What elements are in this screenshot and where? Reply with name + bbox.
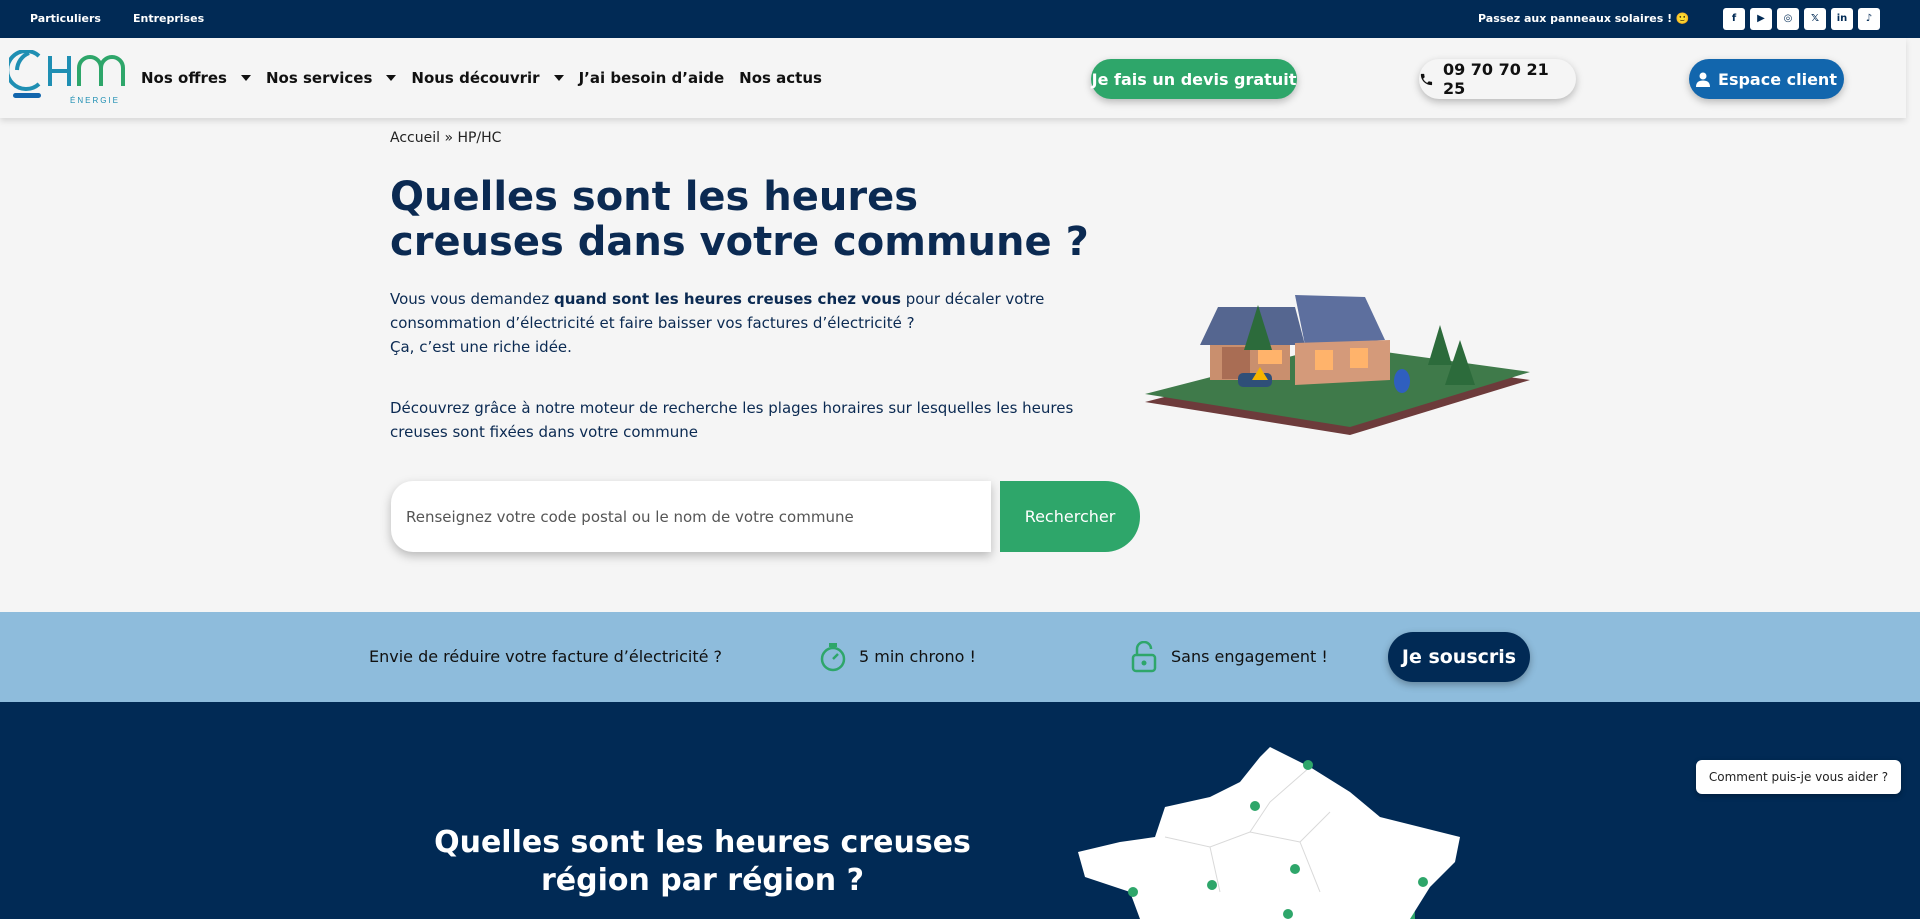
breadcrumb: Accueil » HP/HC [390,130,502,146]
tiktok-icon[interactable]: ♪ [1858,8,1880,30]
intro-text: Vous vous demandez quand sont les heures… [390,290,1045,356]
commune-search-input[interactable] [391,481,991,552]
nav-item-nos-actus[interactable]: Nos actus [739,69,822,87]
stopwatch-icon [820,643,846,672]
search-button[interactable]: Rechercher [1000,481,1140,552]
facebook-icon[interactable]: f [1723,8,1745,30]
band-text-chrono: 5 min chrono ! [859,647,976,666]
chevron-down-icon [553,75,564,81]
subscribe-band: Envie de réduire votre facture d’électri… [0,612,1920,702]
ohm-energie-logo[interactable]: ÉNERGIE [5,49,127,106]
espace-client-button[interactable]: Espace client [1689,59,1844,99]
chevron-down-icon [386,75,397,81]
je-souscris-button[interactable]: Je souscris [1388,632,1530,682]
instagram-icon[interactable]: ◎ [1777,8,1799,30]
house-illustration [1145,295,1530,435]
unlocked-padlock-icon [1131,641,1157,673]
nav-item-aide[interactable]: J’ai besoin d’aide [579,69,725,87]
devis-gratuit-button[interactable]: Je fais un devis gratuit [1091,59,1297,99]
band-text-reduce: Envie de réduire votre facture d’électri… [369,647,723,666]
regions-section: Quelles sont les heures creuses région p… [0,702,1920,919]
nav-item-nos-offres[interactable]: Nos offres [141,69,251,87]
chat-help-bubble[interactable]: Comment puis-je vous aider ? [1696,760,1901,794]
regions-title: Quelles sont les heures creuses région p… [434,825,971,898]
chevron-down-icon [240,75,251,81]
top-bar: Particuliers Entreprises Passez aux pann… [0,0,1920,38]
linkedin-icon[interactable]: in [1831,8,1853,30]
segment-entreprises-link[interactable]: Entreprises [133,12,204,25]
main-nav: Nos offres Nos services Nous découvrir J… [141,69,837,87]
main-header: ÉNERGIE Nos offres Nos services Nous déc… [0,38,1906,118]
social-links: f ▶ ◎ 𝕏 in ♪ [1723,8,1880,30]
segment-particuliers-link[interactable]: Particuliers [30,12,101,25]
youtube-icon[interactable]: ▶ [1750,8,1772,30]
x-icon[interactable]: 𝕏 [1804,8,1826,30]
phone-button[interactable]: 09 70 70 21 25 [1419,59,1576,99]
page-title: Quelles sont les heures creuses dans vot… [390,174,1089,265]
phone-icon [1420,73,1433,85]
user-icon [1696,72,1711,87]
nav-item-nos-services[interactable]: Nos services [266,69,397,87]
band-text-engagement: Sans engagement ! [1171,647,1328,666]
france-map-illustration[interactable] [1070,742,1480,919]
solar-promo-link[interactable]: Passez aux panneaux solaires ! 🙂 [1478,12,1690,25]
intro-search-text: Découvrez grâce à notre moteur de recher… [390,399,1074,441]
nav-item-nous-decouvrir[interactable]: Nous découvrir [411,69,564,87]
logo-subtitle: ÉNERGIE [70,96,120,105]
